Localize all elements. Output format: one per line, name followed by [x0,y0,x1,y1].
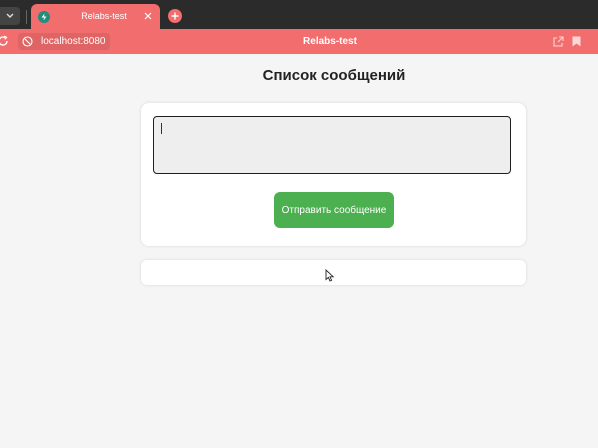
url-text: localhost:8080 [41,36,106,47]
page-heading: Список сообщений [262,67,406,84]
chevron-down-icon [6,13,14,18]
plus-icon [171,12,179,20]
bookmark-icon[interactable] [572,36,581,47]
message-form-card: Отправить сообщение [141,103,526,246]
close-tab-icon[interactable] [142,10,154,22]
message-input[interactable] [153,116,511,174]
browser-tab-strip: Relabs-test [0,0,598,29]
tab-list-button[interactable] [0,7,20,25]
window-title: Relabs-test [303,36,357,47]
tab-separator [26,10,27,24]
browser-tab-active[interactable]: Relabs-test [31,4,160,29]
favicon-icon [38,11,50,23]
mouse-cursor-icon [325,269,335,282]
new-tab-button[interactable] [168,9,182,23]
send-message-button[interactable]: Отправить сообщение [274,192,394,228]
browser-toolbar: localhost:8080 Relabs-test [0,29,598,54]
site-info-icon[interactable] [22,36,33,47]
tab-title: Relabs-test [81,11,127,21]
text-caret [161,123,162,134]
address-bar[interactable]: localhost:8080 [18,33,110,50]
reload-icon[interactable] [0,35,9,47]
share-icon[interactable] [553,36,564,47]
